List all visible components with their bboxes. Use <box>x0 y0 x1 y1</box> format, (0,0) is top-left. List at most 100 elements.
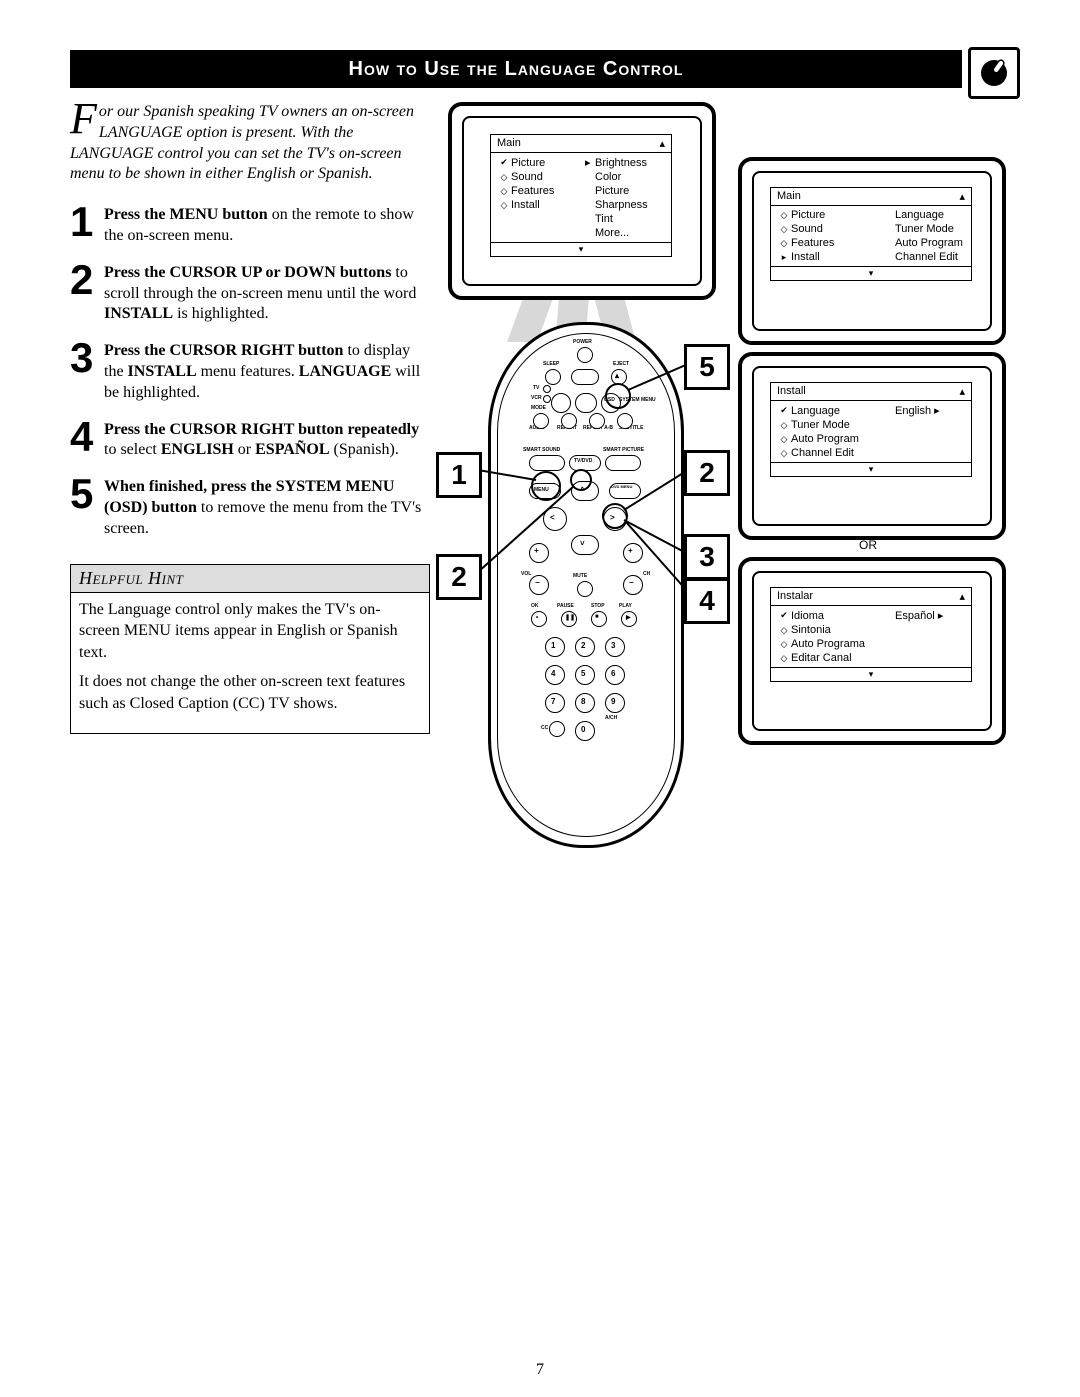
eject-button[interactable]: ▴ <box>611 369 627 385</box>
tv-dvd-label: TV/DVD <box>574 458 592 464</box>
menu-title: Main <box>497 137 521 150</box>
num-6-button[interactable]: 6 <box>605 665 625 685</box>
dial-icon <box>968 47 1020 99</box>
left-arrow-icon: ˂ <box>550 513 555 522</box>
step-text: Press the MENU button on the remote to s… <box>104 203 430 247</box>
diamond-icon: ◇ <box>497 200 511 211</box>
dropcap: F <box>70 102 99 136</box>
page: How to Use the Language Control F or our… <box>0 0 1080 1397</box>
callout-3: 3 <box>684 534 730 580</box>
mode-button[interactable] <box>551 393 571 413</box>
right-arrow-icon: ▸ <box>934 405 940 417</box>
tape-button[interactable] <box>571 369 599 385</box>
left-column: F or our Spanish speaking TV owners an o… <box>70 102 430 862</box>
stop-button[interactable]: ■ <box>591 611 607 627</box>
step-text: Press the CURSOR RIGHT button repeatedly… <box>104 418 430 462</box>
menu-label: Sound <box>791 223 895 235</box>
right-arrow-icon: ▸ <box>938 610 944 622</box>
smart-sound-label: SMART SOUND <box>523 447 560 453</box>
vcr-label: VCR <box>531 395 542 401</box>
pause-button[interactable]: ❚❚ <box>561 611 577 627</box>
tv-screen-1: Main▴ ✔Picture▸Brightness ◇SoundColor ◇F… <box>448 102 716 300</box>
play-label: PLAY <box>619 603 632 609</box>
plus-icon: + <box>534 546 539 555</box>
menu-main-install: Main▴ ◇PictureLanguage ◇SoundTuner Mode … <box>770 187 972 281</box>
step-1: 1 Press the MENU button on the remote to… <box>70 203 430 247</box>
callout-4: 4 <box>684 578 730 624</box>
smart-sound-button[interactable] <box>529 455 565 471</box>
sleep-button[interactable] <box>545 369 561 385</box>
power-button[interactable] <box>577 347 593 363</box>
step-text: When finished, press the SYSTEM MENU (OS… <box>104 475 430 539</box>
num-0-button[interactable]: 0 <box>575 721 595 741</box>
num-8-button[interactable]: 8 <box>575 693 595 713</box>
tv-label: TV <box>533 385 539 391</box>
num-3-button[interactable]: 3 <box>605 637 625 657</box>
num-5-button[interactable]: 5 <box>575 665 595 685</box>
mode-vcr-indicator <box>543 395 551 403</box>
menu-title: Main <box>777 190 801 203</box>
num-7-button[interactable]: 7 <box>545 693 565 713</box>
menu-body: ✔LanguageEnglish ▸ ◇Tuner Mode ◇Auto Pro… <box>771 401 971 462</box>
menu-title: Install <box>777 385 806 398</box>
tv-screen-4: Instalar▴ ✔IdiomaEspañol ▸ ◇Sintonia ◇Au… <box>738 557 1006 745</box>
num-1-button[interactable]: 1 <box>545 637 565 657</box>
cc-button[interactable] <box>549 721 565 737</box>
menu-row: Tint <box>495 212 667 226</box>
smart-picture-button[interactable] <box>605 455 641 471</box>
tv-dvd-button[interactable]: TV/DVD <box>569 455 601 471</box>
subtitle-button[interactable] <box>617 413 633 429</box>
menu-label: Install <box>511 199 585 211</box>
hint-title: Helpful Hint <box>71 565 429 593</box>
menu-value: Tint <box>595 213 665 225</box>
menu-header: Main▴ <box>491 135 671 153</box>
menu-label: Features <box>511 185 585 197</box>
audio-button[interactable] <box>533 413 549 429</box>
dot-icon: • <box>536 615 538 621</box>
callout-2-right: 2 <box>684 450 730 496</box>
ok-button[interactable]: • <box>531 611 547 627</box>
menu-row: ◇SoundTuner Mode <box>775 222 967 236</box>
stop-icon: ■ <box>595 614 599 620</box>
num-4-button[interactable]: 4 <box>545 665 565 685</box>
play-button[interactable]: ▶ <box>621 611 637 627</box>
system-menu-button[interactable]: OSD <box>601 393 621 413</box>
vol-down-button[interactable]: − <box>529 575 549 595</box>
ch-down-button[interactable]: − <box>623 575 643 595</box>
step-number: 4 <box>70 418 104 462</box>
system-menu-label: SYSTEM MENU <box>619 397 656 403</box>
ch-up-button[interactable]: + <box>623 543 643 563</box>
step-number: 1 <box>70 203 104 247</box>
center-icon-button[interactable] <box>575 393 597 413</box>
cursor-down-button[interactable]: ˅ <box>571 535 599 555</box>
down-arrow-icon: ▾ <box>771 667 971 681</box>
menu-label: Picture <box>511 157 585 169</box>
num-2-button[interactable]: 2 <box>575 637 595 657</box>
diamond-icon: ◇ <box>777 448 791 459</box>
vol-up-button[interactable]: + <box>529 543 549 563</box>
num-9-button[interactable]: 9 <box>605 693 625 713</box>
hint-p1: The Language control only makes the TV's… <box>79 599 421 664</box>
cursor-left-button[interactable]: ˂ <box>543 507 567 531</box>
menu-button[interactable]: MENU <box>529 483 561 499</box>
helpful-hint-box: Helpful Hint The Language control only m… <box>70 564 430 734</box>
menu-main-picture: Main▴ ✔Picture▸Brightness ◇SoundColor ◇F… <box>490 134 672 257</box>
diagram: Main▴ ✔Picture▸Brightness ◇SoundColor ◇F… <box>448 102 1020 862</box>
repeat-ab-button[interactable] <box>589 413 605 429</box>
step-text: Press the CURSOR UP or DOWN buttons to s… <box>104 261 430 325</box>
cursor-right-button[interactable]: ˃ <box>603 507 627 531</box>
dvd-menu-button[interactable]: DVD MENU <box>609 483 641 499</box>
menu-row: More... <box>495 226 667 240</box>
repeat-button[interactable] <box>561 413 577 429</box>
cursor-up-button[interactable]: ˄ <box>571 481 599 501</box>
check-icon: ✔ <box>497 157 511 168</box>
menu-row: ▸InstallChannel Edit <box>775 250 967 264</box>
menu-value: Sharpness <box>595 199 665 211</box>
step-text: Press the CURSOR RIGHT button to display… <box>104 339 430 403</box>
menu-body: ✔Picture▸Brightness ◇SoundColor ◇Feature… <box>491 153 671 242</box>
menu-label: Language <box>791 405 895 417</box>
menu-body: ✔IdiomaEspañol ▸ ◇Sintonia ◇Auto Program… <box>771 606 971 667</box>
mute-button[interactable] <box>577 581 593 597</box>
menu-row: ✔Picture▸Brightness <box>495 155 667 170</box>
down-arrow-icon: ▾ <box>491 242 671 256</box>
